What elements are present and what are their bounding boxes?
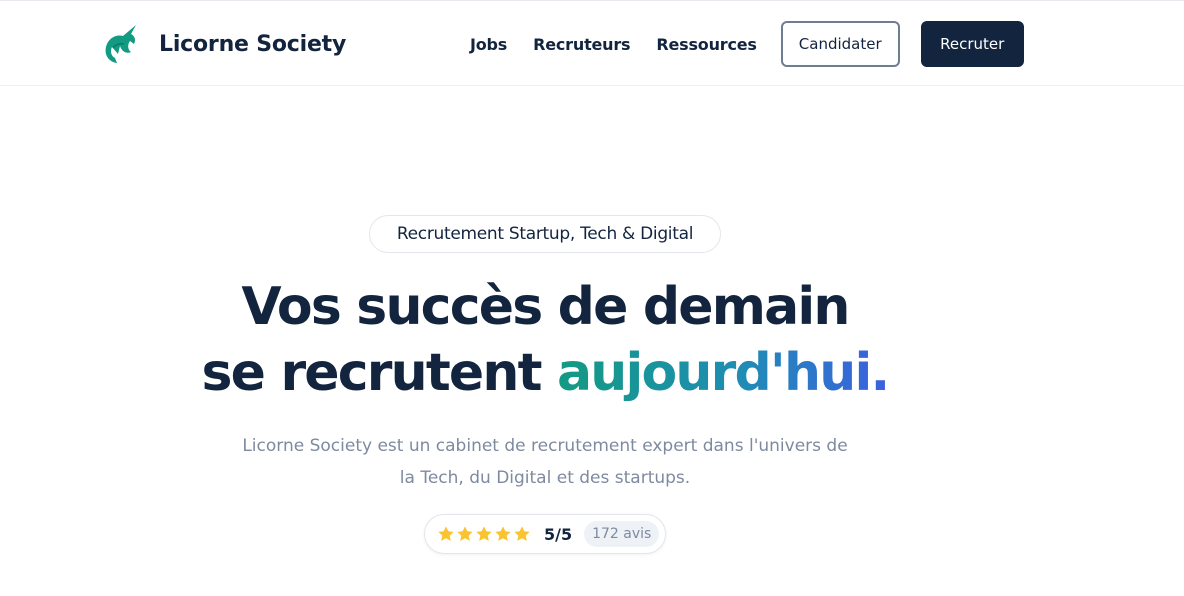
unicorn-head-icon	[105, 25, 136, 63]
hero-title: Vos succès de demain se recrutent aujour…	[0, 274, 1090, 406]
review-count-badge: 172 avis	[584, 521, 660, 547]
hero-title-highlight: aujourd'hui.	[556, 343, 890, 403]
star-icon	[438, 526, 454, 541]
nav-link-recruteurs[interactable]: Recruteurs	[533, 35, 630, 54]
hero-title-line-2: se recrutent aujourd'hui.	[0, 340, 1090, 406]
star-icon	[514, 526, 530, 541]
recruter-button[interactable]: Recruter	[920, 21, 1024, 67]
nav-link-ressources[interactable]: Ressources	[656, 35, 757, 54]
star-icon	[495, 526, 511, 541]
hero-subtitle: Licorne Society est un cabinet de recrut…	[242, 436, 848, 488]
nav-link-jobs[interactable]: Jobs	[470, 35, 507, 54]
category-badge: Recrutement Startup, Tech & Digital	[369, 215, 721, 253]
main-nav: Jobs Recruteurs Ressources Candidater Re…	[470, 21, 1024, 67]
rating-stars	[437, 525, 532, 543]
brand-name: Licorne Society	[159, 31, 347, 57]
rating-pill[interactable]: 5/5 172 avis	[424, 514, 666, 554]
site-header: Licorne Society Jobs Recruteurs Ressourc…	[0, 0, 1184, 86]
hero-title-line-2-prefix: se recrutent	[201, 343, 557, 403]
candidater-button[interactable]: Candidater	[780, 21, 900, 67]
brand-logo-link[interactable]: Licorne Society	[103, 24, 346, 64]
hero-title-line-1: Vos succès de demain	[241, 277, 850, 337]
star-icon	[476, 526, 492, 541]
star-icon	[457, 526, 473, 541]
rating-score: 5/5	[544, 524, 573, 544]
